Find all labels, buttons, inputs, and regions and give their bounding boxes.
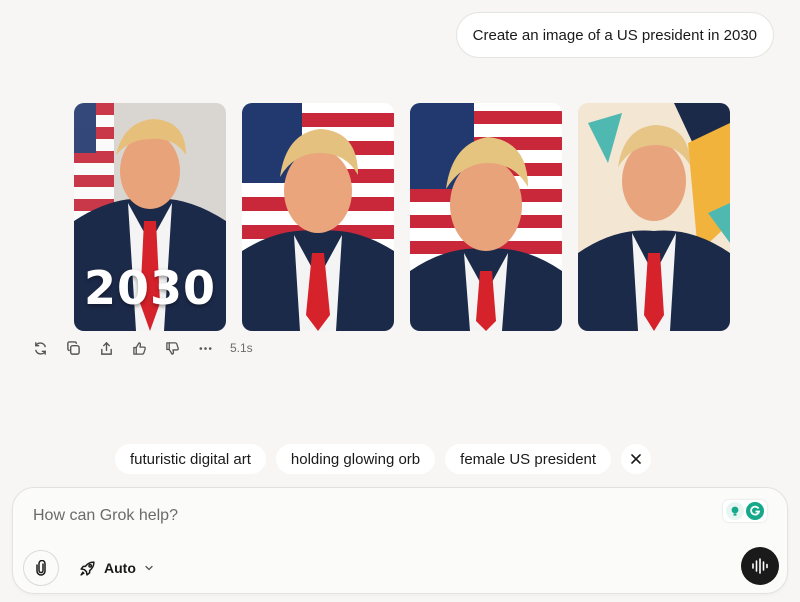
voice-waveform-icon [752,558,768,574]
attach-button[interactable] [23,550,59,586]
thumbs-down-icon[interactable] [158,337,187,359]
response-time: 5.1s [230,341,253,355]
copy-icon[interactable] [59,337,88,359]
suggestion-chip[interactable]: holding glowing orb [275,444,436,474]
response-actions: 5.1s [26,337,253,359]
grammarly-widget[interactable] [723,500,767,522]
generated-images-row: 2030 [74,103,730,331]
more-icon[interactable] [191,337,220,359]
close-icon[interactable] [621,444,652,474]
mode-selector[interactable]: Auto [71,552,162,584]
paperclip-icon [36,560,46,576]
composer: Auto [12,487,788,594]
suggestion-chips: futuristic digital art holding glowing o… [115,444,652,474]
chevron-down-icon [145,565,153,571]
regenerate-icon[interactable] [26,337,55,359]
prompt-input[interactable] [31,506,635,526]
suggestion-chip[interactable]: female US president [445,444,612,474]
grammarly-icon [746,502,764,520]
generated-image-4[interactable] [578,103,730,331]
voice-button[interactable] [741,547,779,585]
image-overlay-year: 2030 [83,261,217,315]
generated-image-2[interactable] [242,103,394,331]
generated-image-3[interactable] [410,103,562,331]
mode-label: Auto [104,560,136,576]
rocket-icon [80,560,95,576]
user-message-bubble: Create an image of a US president in 203… [455,12,774,58]
share-icon[interactable] [92,337,121,359]
generated-image-1[interactable]: 2030 [74,103,226,331]
user-message-text: Create an image of a US president in 203… [472,26,757,44]
lightbulb-icon [726,502,744,520]
thumbs-up-icon[interactable] [125,337,154,359]
suggestion-chip[interactable]: futuristic digital art [115,444,266,474]
